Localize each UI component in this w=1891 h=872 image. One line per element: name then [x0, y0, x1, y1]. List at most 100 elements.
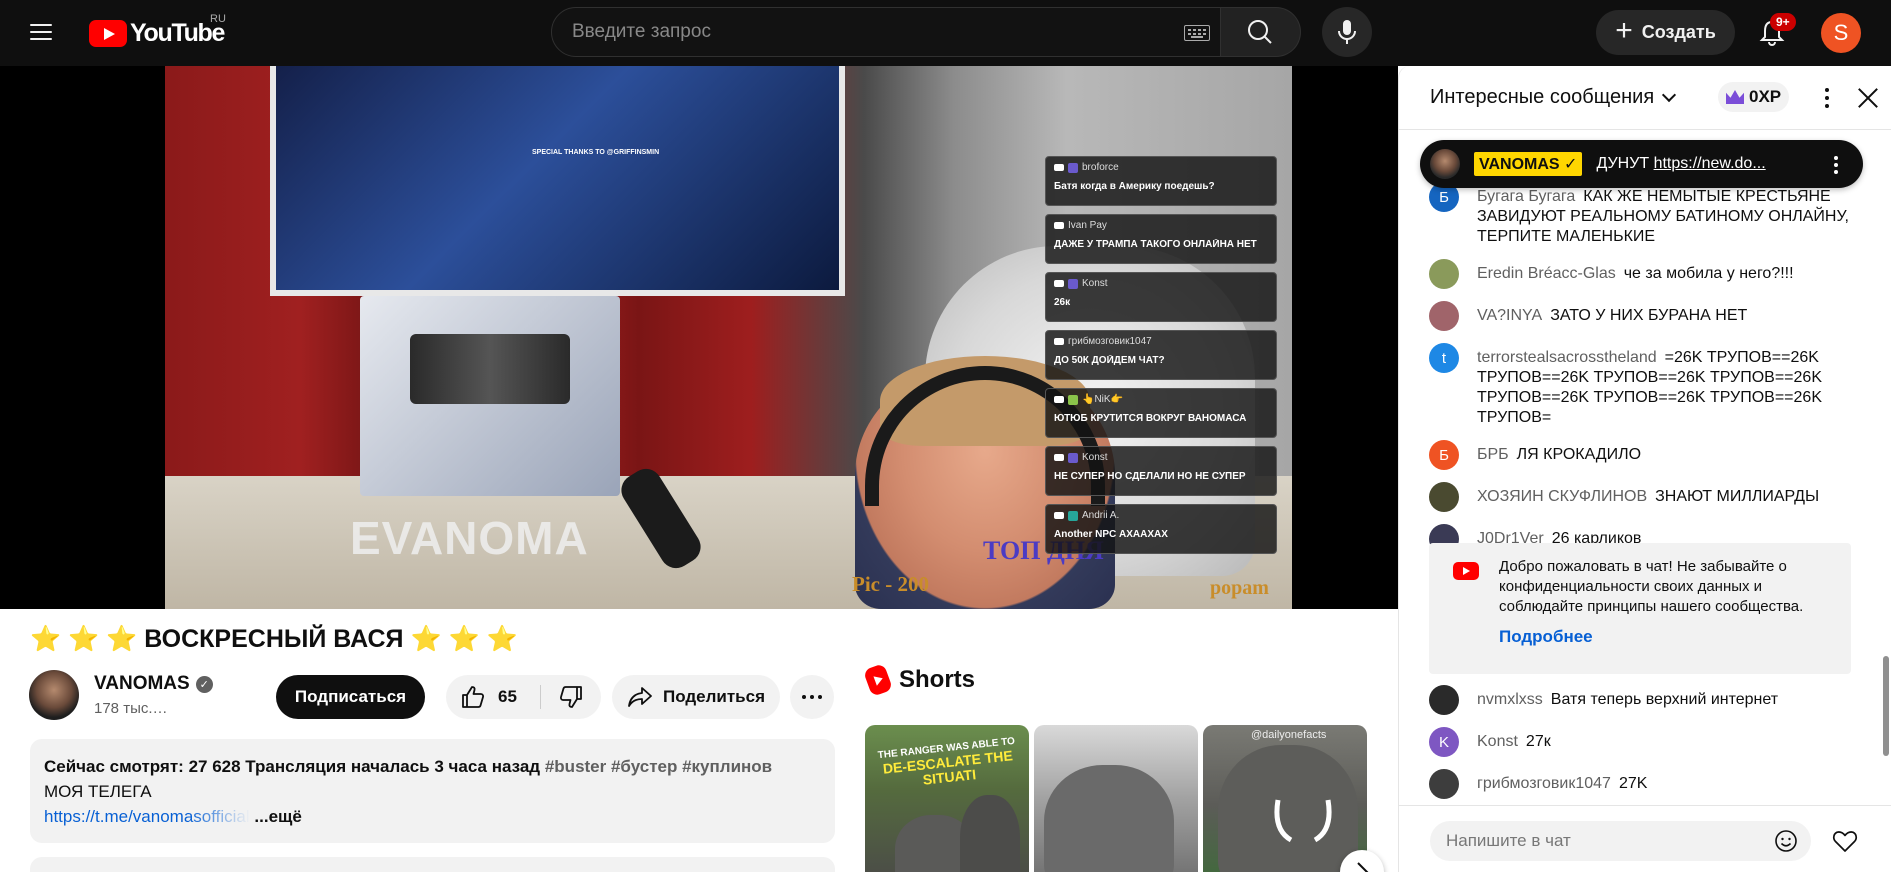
- channel-avatar[interactable]: [29, 670, 79, 720]
- heart-icon: [1832, 831, 1858, 852]
- chat-avatar[interactable]: [1429, 769, 1459, 799]
- chat-avatar[interactable]: K: [1429, 727, 1459, 757]
- chat-mode-dropdown[interactable]: Интересные сообщения: [1430, 86, 1677, 109]
- chat-author[interactable]: ХОЗЯИН СКУФЛИНОВ: [1477, 488, 1647, 505]
- close-chat-button[interactable]: [1854, 84, 1882, 112]
- youtube-logo[interactable]: YouTube: [89, 18, 225, 48]
- short-thumbnail[interactable]: [1034, 725, 1198, 872]
- telegram-link[interactable]: https://t.me/vanomasofficial: [44, 807, 250, 826]
- shorts-next-button[interactable]: [1340, 850, 1384, 872]
- video-player[interactable]: SPECIAL THANKS TO @GRIFFINSMIN EVANOMA Т…: [0, 66, 1398, 609]
- chat-message: nvmxlxss Ватя теперь верхний интернет: [1399, 685, 1879, 715]
- menu-icon[interactable]: [28, 20, 54, 44]
- subscribe-button[interactable]: Подписаться: [276, 675, 425, 719]
- chat-author[interactable]: грибмозговик1047: [1477, 775, 1611, 792]
- mic-icon: [1338, 20, 1356, 44]
- chat-text: ЗАТО У НИХ БУРАНА НЕТ: [1550, 307, 1748, 324]
- masthead: YouTube RU + Создать 9+ S: [0, 0, 1891, 66]
- chat-text: ЛЯ КРОКАДИЛО: [1516, 446, 1642, 463]
- notification-badge: 9+: [1770, 13, 1796, 31]
- like-count: 65: [498, 687, 517, 706]
- chat-author[interactable]: Eredin Bréacc-Glas: [1477, 265, 1616, 282]
- search-icon: [1248, 20, 1272, 44]
- learn-more-link[interactable]: Подробнее: [1499, 627, 1821, 647]
- shorts-heading: Shorts: [899, 666, 976, 693]
- pinned-message[interactable]: VANOMAS ✓ ДУНУТ https://new.do...: [1420, 140, 1863, 188]
- chat-text: 27к: [1525, 733, 1551, 750]
- thumbs-up-icon: [462, 686, 485, 708]
- like-button[interactable]: 65: [446, 675, 540, 719]
- overlay-chat: broforce Батя когда в Америку поедешь? Iv…: [1045, 156, 1277, 562]
- chat-input-area: [1399, 805, 1891, 872]
- background-brand-text: EVANOMA: [350, 512, 589, 564]
- chat-text: Ватя теперь верхний интернет: [1550, 691, 1779, 708]
- description-line: МОЯ ТЕЛЕГА: [44, 782, 152, 801]
- xp-badge[interactable]: 0XP: [1718, 82, 1790, 112]
- short-caption: THE RANGER WAS ABLE TO DE-ESCALATE THE S…: [871, 735, 1025, 792]
- youtube-icon: [1054, 338, 1064, 345]
- short-watermark: @dailyonefacts: [1251, 729, 1327, 741]
- chat-avatar[interactable]: [1429, 259, 1459, 289]
- dislike-button[interactable]: [541, 675, 601, 719]
- search-box: [551, 7, 1221, 57]
- chat-avatar[interactable]: t: [1429, 343, 1459, 373]
- keyboard-icon[interactable]: [1184, 25, 1210, 41]
- short-thumbnail[interactable]: THE RANGER WAS ABLE TO DE-ESCALATE THE S…: [865, 725, 1029, 872]
- voice-search-button[interactable]: [1322, 7, 1372, 57]
- verified-icon: ✓: [195, 675, 213, 693]
- chat-more-button[interactable]: [1813, 84, 1841, 112]
- more-actions-button[interactable]: [790, 675, 834, 719]
- chat-avatar[interactable]: [1429, 301, 1459, 331]
- pinned-link[interactable]: https://new.do...: [1654, 155, 1766, 172]
- overlay-chat-text: ЮТЮБ КРУТИТСЯ ВОКРУГ ВАНОМАСА: [1054, 413, 1247, 424]
- member-badge-icon: [1068, 452, 1078, 463]
- search-button[interactable]: [1221, 7, 1301, 57]
- overlay-video-window: SPECIAL THANKS TO @GRIFFINSMIN: [270, 66, 845, 296]
- chat-message: VA?INYA ЗАТО У НИХ БУРАНА НЕТ: [1399, 301, 1879, 331]
- description-hashtags[interactable]: #buster #бустер #куплинов: [545, 757, 772, 776]
- chat-author[interactable]: VA?INYA: [1477, 307, 1542, 324]
- elephant-image: [1044, 765, 1174, 872]
- overlay-chat-author: broforce: [1082, 162, 1119, 173]
- chat-avatar[interactable]: Б: [1429, 440, 1459, 470]
- overlay-chat-text: 26к: [1054, 297, 1071, 308]
- pinned-more-button[interactable]: [1831, 154, 1841, 176]
- chat-message: K Konst 27к: [1399, 727, 1879, 757]
- chat-author[interactable]: nvmxlxss: [1477, 691, 1543, 708]
- overlay-pic-count: Pic - 200: [852, 572, 929, 596]
- overlay-chat-author: Konst: [1082, 278, 1108, 289]
- like-dislike-group: 65: [446, 675, 601, 719]
- search-input[interactable]: [572, 8, 1152, 56]
- pinned-message-text: ДУНУТ https://new.do...: [1596, 155, 1765, 173]
- overlay-chat-message: грибмозговик1047 ДО 50К ДОЙДЕМ ЧАТ?: [1045, 330, 1277, 380]
- chat-input[interactable]: [1430, 821, 1811, 861]
- chat-message-list: Б Бугага Бугага КАК ЖЕ НЕМЫТЫЕ КРЕСТЬЯНЕ …: [1399, 182, 1879, 566]
- chat-author[interactable]: terrorstealsacrosstheland: [1477, 349, 1657, 366]
- youtube-play-icon: [89, 19, 127, 47]
- overlay-chat-message: Ivan Pay ДАЖЕ У ТРАМПА ТАКОГО ОНЛАЙНА НЕТ: [1045, 214, 1277, 264]
- pinned-text: ДУНУТ: [1596, 155, 1654, 172]
- emoji-button[interactable]: [1774, 829, 1798, 853]
- create-button[interactable]: + Создать: [1596, 10, 1735, 55]
- create-label: Создать: [1641, 22, 1716, 42]
- account-avatar[interactable]: S: [1821, 13, 1861, 53]
- chat-scrollbar[interactable]: [1883, 656, 1889, 756]
- chat-message-list-recent: nvmxlxss Ватя теперь верхний интернет K K…: [1399, 685, 1879, 811]
- chat-author[interactable]: Бугага Бугага: [1477, 188, 1575, 205]
- channel-name-link[interactable]: VANOMAS ✓: [94, 673, 213, 695]
- share-button[interactable]: Поделиться: [612, 675, 780, 719]
- heart-button[interactable]: [1832, 829, 1858, 853]
- plus-icon: +: [1615, 14, 1633, 47]
- chat-avatar[interactable]: [1429, 482, 1459, 512]
- overlay-chat-text: НЕ СУПЕР НО СДЕЛАЛИ НО НЕ СУПЕР: [1054, 471, 1246, 482]
- show-more-button[interactable]: ...ещё: [254, 807, 301, 826]
- chat-author[interactable]: Konst: [1477, 733, 1518, 750]
- chevron-right-icon: [1357, 862, 1369, 872]
- youtube-icon: [1054, 164, 1064, 171]
- overlay-chat-author: грибмозговик1047: [1068, 336, 1152, 347]
- chat-avatar[interactable]: [1429, 685, 1459, 715]
- description-box[interactable]: Сейчас смотрят: 27 628 Трансляция начала…: [30, 739, 835, 843]
- chat-author[interactable]: БРБ: [1477, 446, 1509, 463]
- shorts-icon: [862, 663, 894, 697]
- overlay-video-text: SPECIAL THANKS TO @GRIFFINSMIN: [532, 149, 660, 156]
